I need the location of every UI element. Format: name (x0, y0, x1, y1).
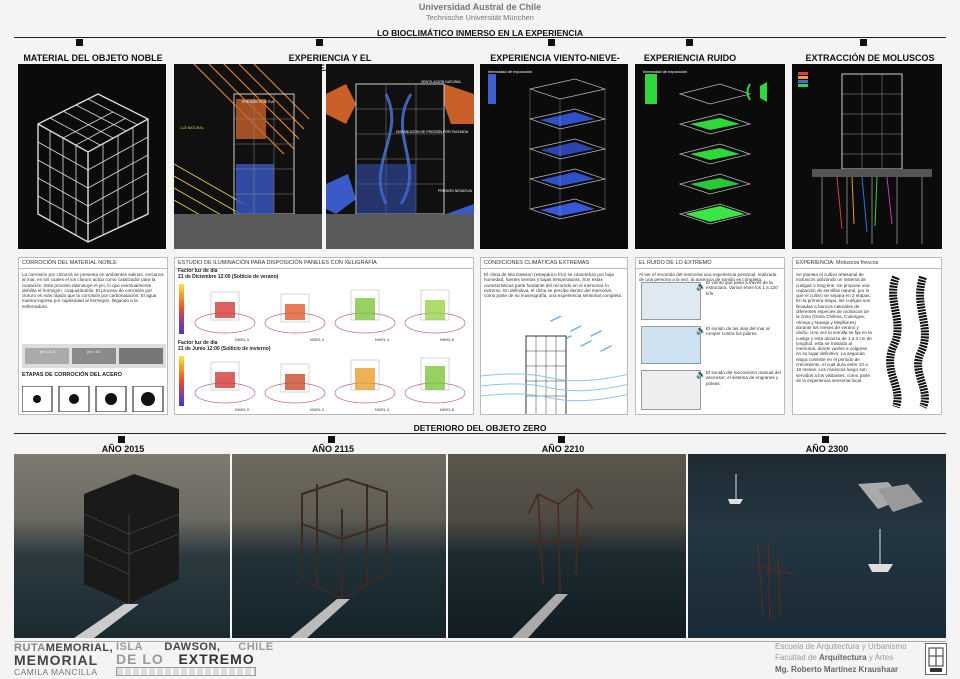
section-marker (860, 39, 867, 46)
level-label: NIVEL 6 (440, 338, 454, 342)
corrosion-stages-title: ETAPAS DE CORROCIÓN DEL ACERO (22, 372, 123, 378)
ventilation-section-image: VENTILACIÓN NATURAL DISMINUCIÓN DE PRESI… (326, 64, 474, 249)
footer-faculty-c: y Artes (866, 653, 894, 662)
section-marker (558, 436, 565, 443)
structure-2015 (74, 474, 180, 638)
mollusc-section-image (792, 64, 942, 249)
svg-text:Intensidad de exposición: Intensidad de exposición (488, 69, 532, 74)
footer-extreme: DE LO EXTREMO (116, 651, 255, 667)
poster: Universidad Austral de Chile Technische … (0, 0, 960, 679)
mollusc-structure-diagram (798, 72, 932, 244)
noise-elevator-image (641, 370, 701, 410)
level-label: NIVEL 2 (310, 408, 324, 412)
climate-diagram (481, 316, 627, 414)
wind-layers-diagram: Intensidad de exposición (488, 69, 607, 220)
material-image (18, 64, 166, 249)
label-positive-pressure: PRESIÓN POSITIVA (242, 100, 275, 104)
year-2300: AÑO 2300 (805, 444, 849, 454)
speaker-icon: 🔈 (696, 370, 706, 379)
sun-rays-diagram (174, 64, 322, 249)
level-label: NIVEL 4 (375, 408, 389, 412)
footer-school: Escuela de Arquitectura y Urbanismo (775, 642, 907, 651)
noise-wind-image (641, 282, 701, 320)
svg-text:Intensidad de exposición: Intensidad de exposición (643, 69, 687, 74)
render-2300 (688, 454, 946, 638)
corrosion-panel: CORROCIÓN DEL MATERIAL NOBLE La corrosió… (18, 257, 168, 415)
structure-2115 (290, 477, 388, 638)
climate-text: El clima de Isla Dawson (estepárico frío… (484, 272, 623, 299)
university-subtitle: Technische Universität München (426, 13, 534, 22)
wind-section-image: Intensidad de exposición (480, 64, 628, 249)
section-title-noise: EXPERIENCIA RUIDO (643, 53, 737, 63)
speaker-icon: 🔈 (696, 326, 706, 335)
render-2015 (14, 454, 230, 638)
noise-title: EL RUIDO DE LO EXTREMO (636, 258, 784, 269)
year-2015: AÑO 2015 (101, 444, 145, 454)
corrosion-title: CORROCIÓN DEL MATERIAL NOBLE (19, 258, 167, 269)
noise-waves-text: El sonido de las olas del mar al romper … (706, 326, 770, 337)
footer-faculty-a: Facultad de (775, 653, 820, 662)
noise-layers-diagram: Intensidad de exposición (643, 69, 767, 225)
level-label: NIVEL 6 (440, 408, 454, 412)
mollusc-title: EXPERIENCIA: Moluscos frescos (793, 258, 941, 269)
ph-label-2: pH = 9.5 (87, 350, 101, 354)
noise-elevator-text: El sonido del mecanismo manual del ascen… (706, 370, 781, 386)
year-2210: AÑO 2210 (541, 444, 585, 454)
corrosion-samples: pH ≤ 12.5 pH = 9.5 (22, 344, 166, 368)
climate-panel: CONDICIONES CLIMÁTICAS EXTREMAS El clima… (480, 257, 628, 415)
noise-wind-text: El viento que pasa a través de la estruc… (706, 280, 778, 296)
mollusc-text: Se plantea el cultivo artesanal de molus… (796, 272, 872, 383)
mollusc-panel: EXPERIENCIA: Moluscos frescos Se plantea… (792, 257, 942, 415)
noise-section-image: Intensidad de exposición (635, 64, 785, 249)
section-marker (548, 39, 555, 46)
footer-author: CAMILA MANCILLA (14, 667, 98, 677)
structure-2210 (512, 487, 594, 638)
section-title-material: MATERIAL DEL OBJETO NOBLE (23, 53, 163, 63)
footer-faculty-b: Arquitectura (819, 653, 867, 662)
corrosion-text: La corrosión por cloruros se presenta en… (22, 272, 164, 309)
level-label: NIVEL 2 (310, 338, 324, 342)
ruins-2300 (728, 474, 923, 620)
university-crest-icon (925, 643, 947, 675)
noise-waves-image (641, 326, 701, 364)
label-natural-light: LUZ NATURAL (180, 126, 204, 130)
noise-panel: EL RUIDO DE LO EXTREMO Al ser el recorri… (635, 257, 785, 415)
label-pressure-reduction: DISMINUCIÓN DE PRESIÓN POR FACHADA (396, 130, 469, 134)
level-label: NIVEL 0 (235, 408, 249, 412)
section-title-molluscs: EXTRACCIÓN DE MOLUSCOS (805, 53, 935, 63)
label-ventilation: VENTILACIÓN NATURAL (421, 80, 462, 84)
ph-label-1: pH ≤ 12.5 (40, 350, 56, 354)
deterioro-rule (14, 433, 946, 434)
level-label: NIVEL 4 (375, 338, 389, 342)
footer-extreme-a: DE LO (116, 651, 164, 667)
footer-memorial: MEMORIAL (14, 652, 99, 668)
render-2115 (232, 454, 446, 638)
section-marker (316, 39, 323, 46)
footer-professor: Mg. Roberto Martínez Kraushaar (775, 665, 899, 674)
section-marker (328, 436, 335, 443)
main-title: LO BIOCLIMÁTICO INMERSO EN LA EXPERIENCI… (376, 28, 584, 38)
corrosion-stages-diagram (22, 386, 164, 412)
lighting-studies (179, 284, 466, 406)
deterioro-title: DETERIORO DEL OBJETO ZERO (413, 423, 547, 433)
lattice-cube-icon (37, 93, 149, 243)
climate-title: CONDICIONES CLIMÁTICAS EXTREMAS (481, 258, 627, 269)
sun-section-image: PRESIÓN POSITIVA LUZ NATURAL (174, 64, 322, 249)
ventilation-diagram (326, 83, 474, 249)
university-title: Universidad Austral de Chile (418, 2, 542, 12)
mollusc-strings-icon (886, 275, 929, 409)
year-2115: AÑO 2115 (311, 444, 355, 454)
footer-extreme-b: EXTREMO (178, 651, 255, 667)
label-negative-pressure: PRESIÓN NEGATIVA (438, 189, 472, 193)
level-label: NIVEL 0 (235, 338, 249, 342)
lighting-panel: ESTUDIO DE ILUMINACIÓN PARA DISPOSICIÓN … (174, 257, 474, 415)
render-2210 (448, 454, 686, 638)
speaker-icon: 🔈 (696, 282, 706, 291)
footer-faculty: Facultad de Arquitectura y Artes (775, 653, 893, 662)
section-marker (822, 436, 829, 443)
section-marker (118, 436, 125, 443)
section-marker (76, 39, 83, 46)
footer-scale-bar (116, 667, 256, 676)
section-marker (686, 39, 693, 46)
